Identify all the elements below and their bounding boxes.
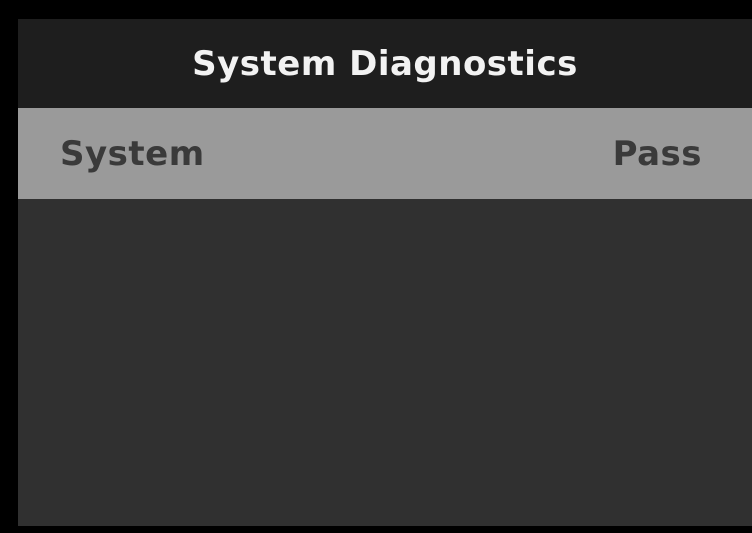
- list-item-label: System: [60, 133, 205, 174]
- diagnostics-list: System Pass: [18, 108, 752, 526]
- device-bezel: System Diagnostics System Pass: [0, 0, 752, 533]
- status-value: Pass: [612, 133, 702, 174]
- list-item-system[interactable]: System Pass: [18, 108, 752, 199]
- title-bar: System Diagnostics: [18, 19, 752, 108]
- display-screen: System Diagnostics System Pass: [18, 19, 752, 526]
- page-title: System Diagnostics: [192, 43, 578, 84]
